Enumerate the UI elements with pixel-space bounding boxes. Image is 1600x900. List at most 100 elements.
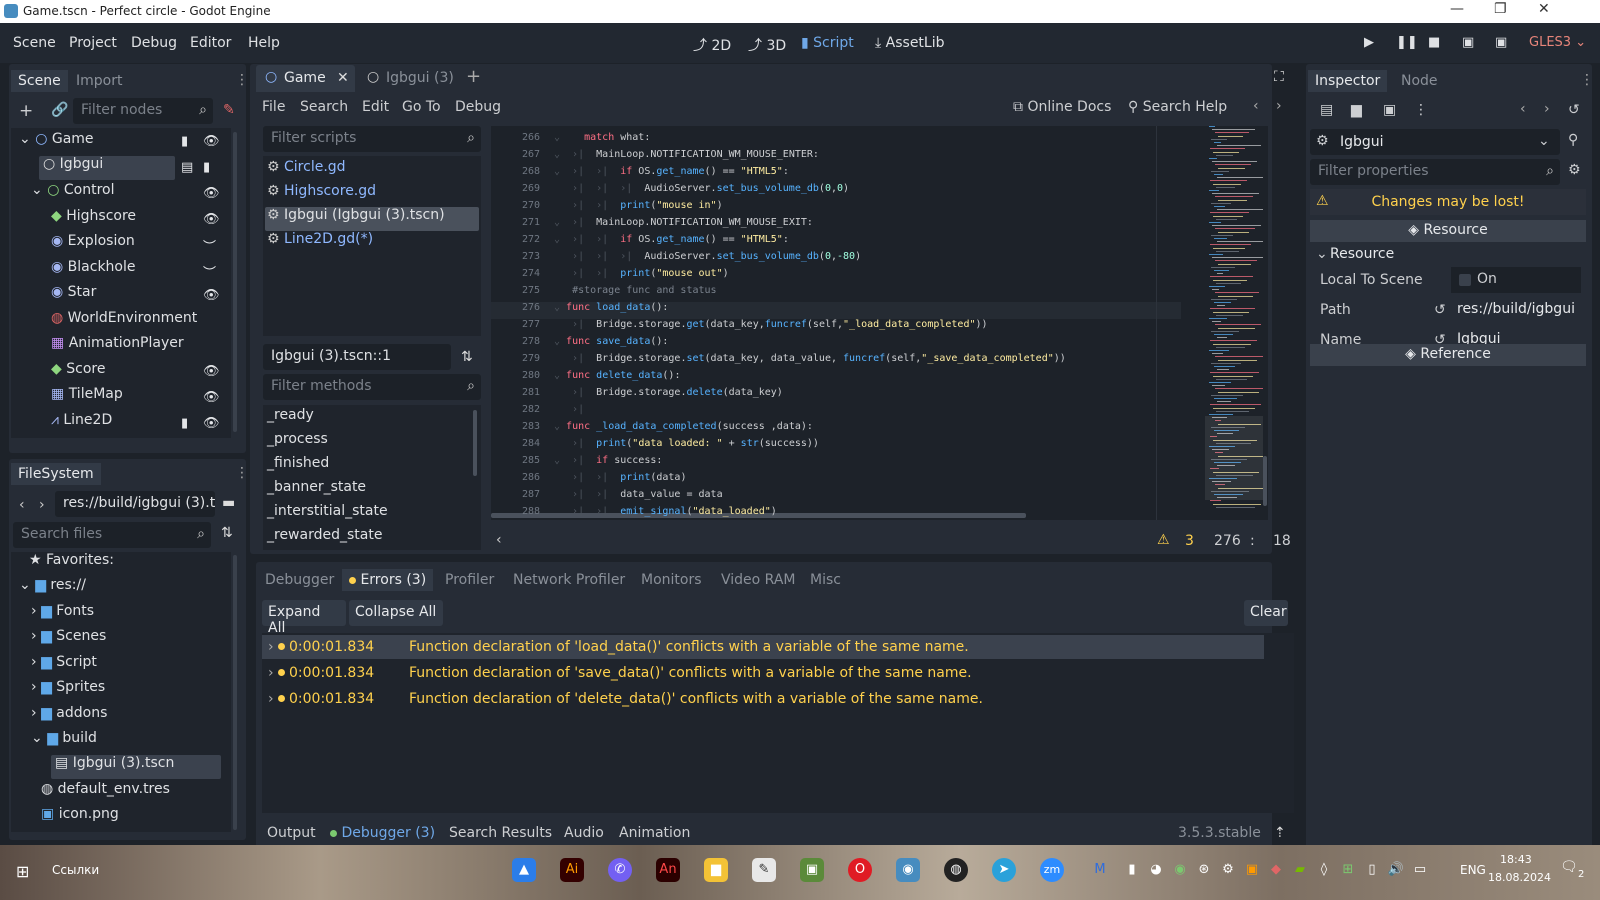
- tray-steam-icon[interactable]: ⊛: [1192, 858, 1216, 882]
- script-icon[interactable]: ▮: [181, 134, 188, 149]
- revert-icon[interactable]: ↺: [1434, 302, 1446, 318]
- pause-icon[interactable]: ❚❚: [1396, 35, 1418, 50]
- tab-debugger[interactable]: Debugger: [258, 569, 341, 591]
- tree-node-star[interactable]: ◉ Star: [51, 284, 96, 308]
- tab-monitors[interactable]: Monitors: [634, 569, 709, 591]
- restore-icon[interactable]: ❐: [1494, 1, 1507, 17]
- method-item[interactable]: _finished: [267, 455, 329, 479]
- visibility-icon[interactable]: 👁: [203, 416, 220, 431]
- local-to-scene-checkbox[interactable]: On: [1451, 267, 1581, 293]
- windows-start-icon[interactable]: ⊞: [16, 862, 29, 881]
- script-icon[interactable]: ▮: [203, 160, 210, 175]
- open-folder-icon[interactable]: ▆: [1351, 102, 1362, 118]
- tree-node-line2d[interactable]: ⩘ Line2D: [51, 412, 112, 436]
- history-back-icon[interactable]: ‹: [1520, 101, 1526, 117]
- path-field[interactable]: res://build/igbgui: [1451, 297, 1581, 323]
- filter-nodes-input[interactable]: Filter nodes ⌕: [73, 98, 213, 124]
- tab-errors[interactable]: Errors (3): [342, 569, 434, 591]
- history-forward-icon[interactable]: ›: [1544, 101, 1550, 117]
- tab-scene[interactable]: Scene: [11, 70, 68, 92]
- clock-time[interactable]: 18:43: [1500, 853, 1532, 866]
- tray-chrome-icon[interactable]: ◉: [1168, 858, 1192, 882]
- node-picker-icon[interactable]: ⚲: [1568, 132, 1578, 148]
- sort-icon[interactable]: ⇅: [461, 349, 473, 365]
- visibility-icon[interactable]: 👁: [203, 186, 220, 201]
- file-igbgui-tscn[interactable]: ▤ Igbgui (3).tscn: [51, 755, 221, 779]
- script-item-igbgui[interactable]: ⚙ Igbgui (Igbgui (3).tscn): [265, 207, 479, 231]
- fullscreen-icon[interactable]: ⛶: [1274, 69, 1284, 85]
- error-row[interactable]: › 0:00:01.834 Function declaration of 'del…: [262, 687, 1264, 711]
- folder-addons[interactable]: › ▆ addons: [31, 705, 107, 729]
- folder-scenes[interactable]: › ▆ Scenes: [31, 628, 106, 652]
- app-minecraft-icon[interactable]: ▣: [800, 858, 824, 882]
- tray-m-icon[interactable]: M: [1088, 858, 1112, 882]
- volume-icon[interactable]: 🔊: [1384, 858, 1408, 882]
- hidden-icon[interactable]: ︶: [203, 262, 216, 281]
- save-icon[interactable]: ▣: [1383, 102, 1396, 118]
- tree-node-worldenvironment[interactable]: ◍ WorldEnvironment: [51, 310, 197, 334]
- close-window-icon[interactable]: ✕: [1538, 1, 1550, 17]
- app-opera-icon[interactable]: O: [848, 858, 872, 882]
- file-icon-png[interactable]: ▣ icon.png: [41, 806, 119, 830]
- tab-profiler[interactable]: Profiler: [438, 569, 501, 591]
- folder-fonts[interactable]: › ▆ Fonts: [31, 603, 94, 627]
- tree-node-score[interactable]: ◆ Score: [51, 361, 105, 385]
- dock-menu-icon[interactable]: ⋮: [235, 72, 249, 88]
- animation-button[interactable]: Animation: [619, 825, 690, 841]
- clock-date[interactable]: 18.08.2024: [1488, 871, 1551, 884]
- app-viber-icon[interactable]: ✆: [608, 858, 632, 882]
- menu-help[interactable]: Help: [248, 35, 280, 51]
- toggle-scripts-panel-icon[interactable]: ‹: [496, 532, 502, 548]
- tree-node-game[interactable]: ⌄ ○ Game: [19, 131, 229, 155]
- tree-node-tilemap[interactable]: ▦ TileMap: [51, 386, 123, 410]
- tab-video-ram[interactable]: Video RAM: [714, 569, 803, 591]
- method-item[interactable]: _ready: [267, 407, 314, 431]
- method-item[interactable]: _process: [267, 431, 328, 455]
- forward-icon[interactable]: ›: [39, 497, 45, 513]
- output-button[interactable]: Output: [267, 825, 316, 841]
- collapse-all-button[interactable]: Collapse All: [349, 600, 443, 626]
- tab-import[interactable]: Import: [69, 70, 129, 92]
- workspace-assetlib-button[interactable]: ⤓ AssetLib: [875, 35, 945, 51]
- online-docs-link[interactable]: ⧉ Online Docs: [1013, 99, 1111, 115]
- resource-section[interactable]: ⌄ Resource: [1310, 244, 1586, 266]
- object-selector[interactable]: ⚙ Igbgui ⌄: [1310, 129, 1560, 155]
- method-list-scrollbar[interactable]: [473, 410, 477, 476]
- workspace-3d-button[interactable]: ⤴ 3D: [748, 35, 786, 55]
- dock-menu-icon[interactable]: ⋮: [235, 465, 249, 481]
- tab-filesystem[interactable]: FileSystem: [11, 463, 101, 485]
- path-field[interactable]: res://build/igbgui (3).t: [55, 491, 215, 517]
- tray-app-icon[interactable]: ◕: [1144, 858, 1168, 882]
- app-godot-icon[interactable]: ◉: [896, 858, 920, 882]
- minimize-icon[interactable]: —: [1450, 1, 1464, 17]
- play-custom-scene-icon[interactable]: ▣: [1495, 35, 1507, 50]
- script-menu-goto[interactable]: Go To: [402, 99, 441, 115]
- tab-misc[interactable]: Misc: [803, 569, 848, 591]
- menu-editor[interactable]: Editor: [190, 35, 231, 51]
- workspace-2d-button[interactable]: ⤴ 2D: [693, 35, 731, 55]
- folder-build[interactable]: ⌄ ▆ build: [31, 730, 97, 754]
- visibility-icon[interactable]: 👁: [203, 212, 220, 227]
- folder-sprites[interactable]: › ▆ Sprites: [31, 679, 105, 703]
- app-telegram-icon[interactable]: ➤: [992, 858, 1016, 882]
- audio-button[interactable]: Audio: [564, 825, 604, 841]
- filter-methods-input[interactable]: Filter methods ⌕: [263, 374, 481, 400]
- tree-node-control[interactable]: ⌄ ○ Control: [31, 182, 114, 206]
- prev-script-icon[interactable]: ‹: [1253, 98, 1259, 114]
- folder-script[interactable]: › ▆ Script: [31, 654, 97, 678]
- tray-settings-icon[interactable]: ⚙: [1216, 858, 1240, 882]
- open-scene-icon[interactable]: ▤: [181, 160, 193, 175]
- script-attach-icon[interactable]: ✎: [223, 102, 235, 118]
- new-resource-icon[interactable]: ▤: [1320, 102, 1333, 118]
- tree-node-blackhole[interactable]: ◉ Blackhole: [51, 259, 136, 283]
- links-toolbar[interactable]: Ссылки: [52, 863, 99, 877]
- script-item-circle[interactable]: ⚙ Circle.gd: [267, 159, 346, 183]
- tree-node-highscore[interactable]: ◆ Highscore: [51, 208, 136, 232]
- app-illustrator-icon[interactable]: Ai: [560, 858, 584, 882]
- search-files-input[interactable]: Search files ⌕: [13, 522, 211, 548]
- method-item[interactable]: _interstitial_state: [267, 503, 388, 527]
- add-tab-icon[interactable]: +: [466, 66, 481, 87]
- app-zoom-icon[interactable]: zm: [1040, 858, 1064, 882]
- tab-node[interactable]: Node: [1394, 70, 1445, 92]
- script-icon[interactable]: ▮: [181, 416, 188, 431]
